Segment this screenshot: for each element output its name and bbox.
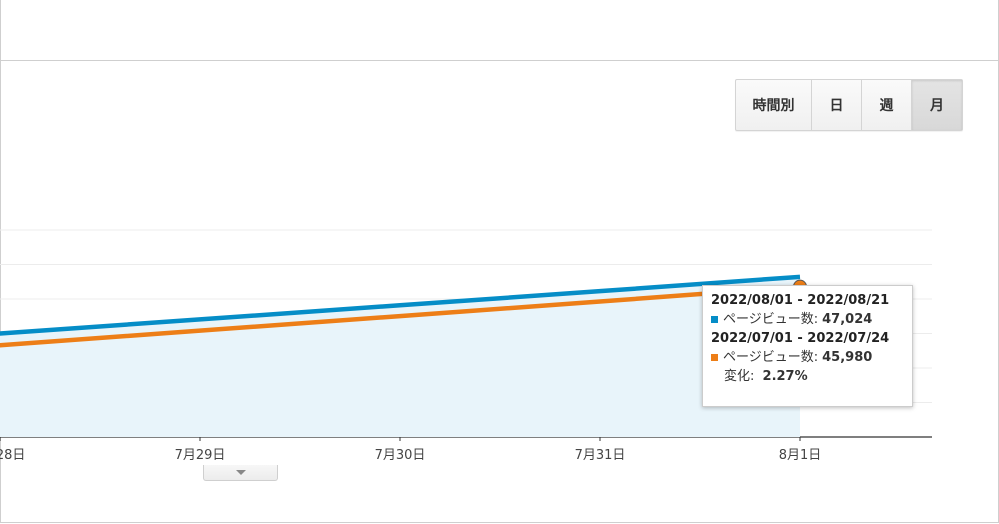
x-tick-label: 7月31日 [575,448,626,463]
tooltip-current-label: ページビュー数: [723,312,819,327]
x-tick-label: 7月28日 [0,448,25,463]
chart-area [0,276,800,437]
chart-expand-handle[interactable] [203,465,278,481]
tooltip-current-range: 2022/08/01 - 2022/08/21 [711,293,890,308]
tooltip-previous-value: 45,980 [822,350,873,365]
x-tick-label: 7月30日 [375,448,426,463]
current-series-area [0,276,800,437]
current-series-swatch [711,316,718,323]
tooltip-change-value: 2.27% [762,369,808,384]
tooltip-previous-label: ページビュー数: [723,350,819,365]
x-tick-label: 8月1日 [779,448,822,463]
previous-series-swatch [711,354,718,361]
tooltip-current-value: 47,024 [822,312,873,327]
x-axis: 7月28日 7月29日 7月30日 7月31日 8月1日 [0,437,821,463]
chart-tooltip: 2022/08/01 - 2022/08/21 ページビュー数: 47,024 … [702,285,913,407]
tooltip-previous-range: 2022/07/01 - 2022/07/24 [711,331,890,346]
chevron-down-icon [235,470,246,475]
x-tick-label: 7月29日 [175,448,226,463]
tooltip-current-row: ページビュー数: 47,024 [711,310,904,329]
tooltip-change-label: 変化: [724,369,755,384]
pageview-line-chart: 7月28日 7月29日 7月30日 7月31日 8月1日 [0,229,932,463]
tooltip-previous-row: ページビュー数: 45,980 [711,348,904,367]
tooltip-change-row: 変化: 2.27% [711,367,904,386]
